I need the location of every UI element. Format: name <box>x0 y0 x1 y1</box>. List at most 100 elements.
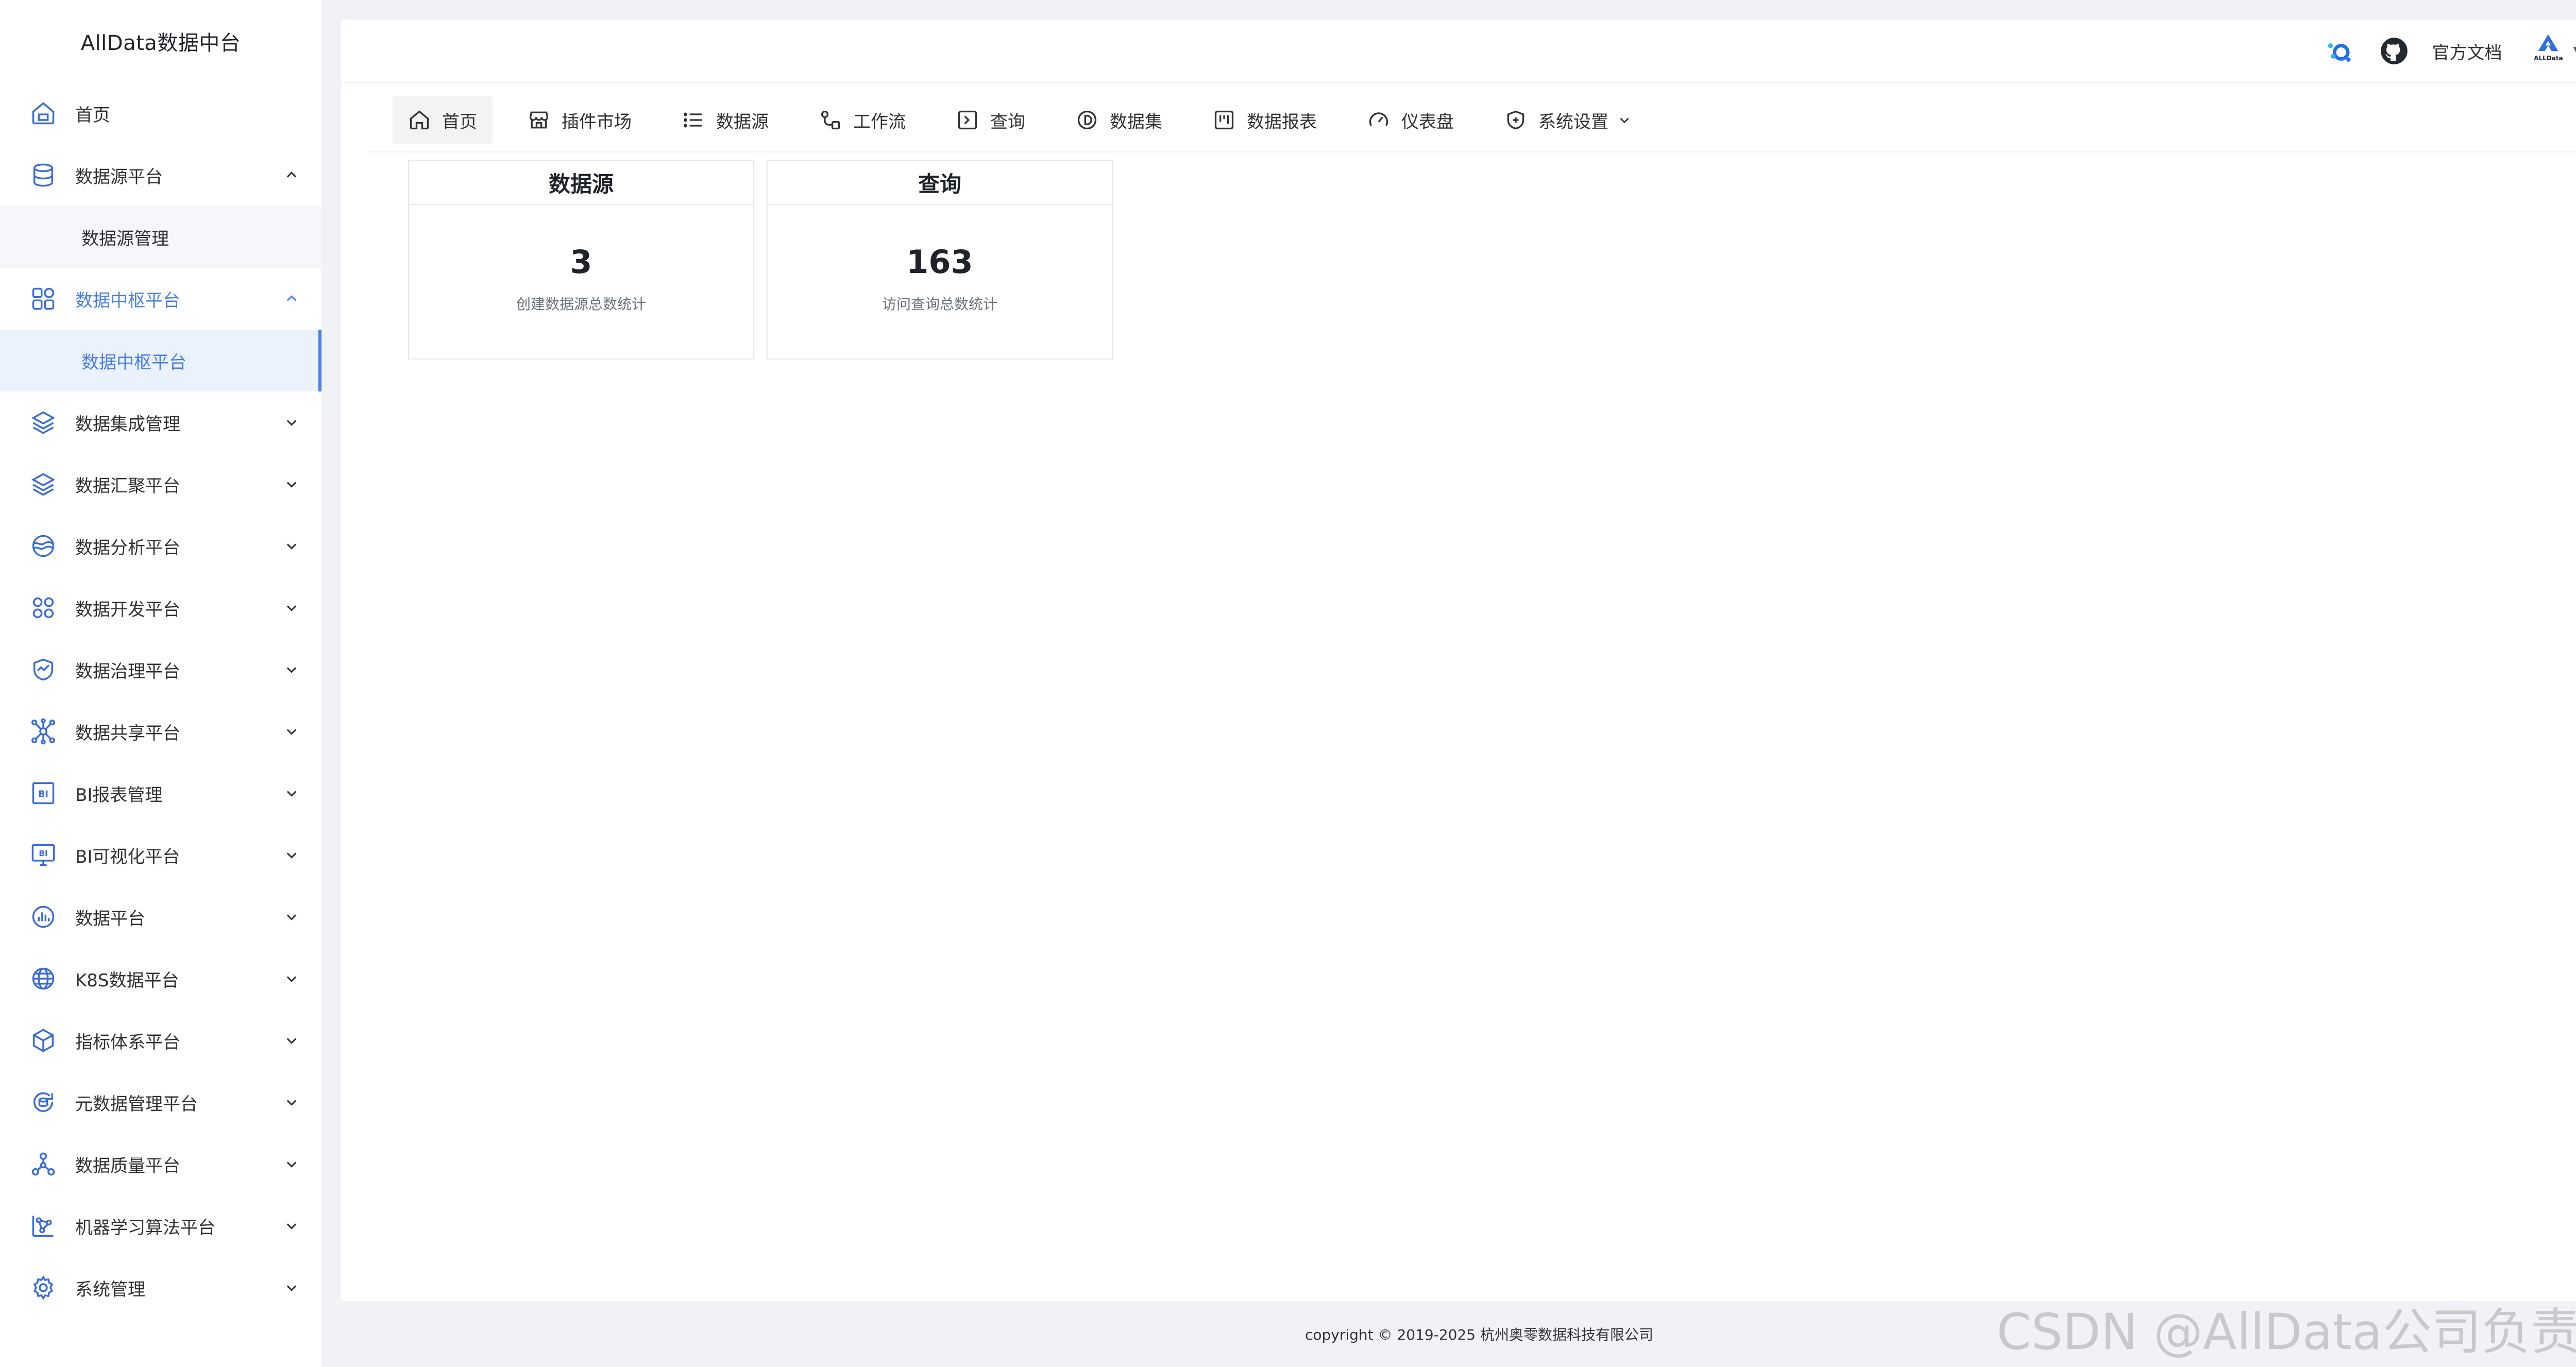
top-nav-tabs: 首页 插件市场 数据源 工作流 查询 数据集 数据报表 仪表盘 系统设置 <box>393 96 1666 144</box>
tab-datasource[interactable]: 数据源 <box>667 96 784 144</box>
sidebar-item-label: 数据汇聚平台 <box>75 475 180 497</box>
sidebar-item-label: 数据集成管理 <box>75 414 180 435</box>
chevron-down-icon <box>284 601 299 615</box>
gauge-icon <box>1367 109 1390 131</box>
nodes-icon <box>30 1151 57 1177</box>
sidebar-item-label: BI报表管理 <box>75 784 163 806</box>
bar-circle-icon <box>30 903 57 930</box>
chevron-down-icon <box>284 910 299 924</box>
chevron-down-icon <box>284 1280 299 1295</box>
dev-grid-icon <box>30 594 57 621</box>
sidebar-item-data-development[interactable]: 数据开发平台 <box>0 577 321 639</box>
bi-screen-icon: BI <box>30 842 57 868</box>
database-icon <box>30 162 57 189</box>
caret-down-icon: ▼ <box>2573 43 2576 60</box>
sidebar-item-machine-learning[interactable]: 机器学习算法平台 <box>0 1195 321 1257</box>
sidebar-item-home[interactable]: 首页 <box>0 82 321 144</box>
chevron-down-icon <box>284 1033 299 1048</box>
card-description: 创建数据源总数统计 <box>516 296 646 313</box>
svg-text:BI: BI <box>39 849 47 858</box>
sidebar-item-system-management[interactable]: 系统管理 <box>0 1257 321 1319</box>
sidebar-item-label: 数据共享平台 <box>75 723 180 744</box>
sidebar-item-data-platform[interactable]: 数据平台 <box>0 886 321 948</box>
tabs-divider <box>368 151 2576 152</box>
chevron-down-icon <box>1618 113 1631 127</box>
sidebar-item-bi-report[interactable]: BI BI报表管理 <box>0 762 321 824</box>
sidebar-item-data-hub-platform[interactable]: 数据中枢平台 <box>0 268 321 330</box>
sidebar-item-label: 数据治理平台 <box>75 661 180 682</box>
sidebar-subitem-datasource-management[interactable]: 数据源管理 <box>0 206 321 268</box>
tab-dashboard[interactable]: 仪表盘 <box>1352 96 1469 144</box>
chevron-down-icon <box>284 539 299 553</box>
report-board-icon <box>1213 109 1235 131</box>
sidebar-subitem-label: 数据中枢平台 <box>81 352 187 373</box>
sidebar-item-label: 数据质量平台 <box>75 1155 180 1176</box>
sidebar-item-label: K8S数据平台 <box>75 970 179 991</box>
sidebar-item-label: 数据中枢平台 <box>75 290 180 311</box>
sidebar-subitem-data-hub-platform[interactable]: 数据中枢平台 <box>0 330 321 391</box>
sidebar-item-label: 数据开发平台 <box>75 599 180 620</box>
terminal-icon <box>956 109 979 131</box>
user-avatar-menu[interactable]: ALLData ▼ <box>2529 33 2576 69</box>
sidebar-subitem-label: 数据源管理 <box>81 228 169 249</box>
sidebar-item-bi-visualization[interactable]: BI BI可视化平台 <box>0 824 321 886</box>
tab-label: 数据源 <box>716 111 769 132</box>
card-value: 3 <box>570 243 592 281</box>
home-icon <box>30 100 57 127</box>
sidebar-item-data-governance[interactable]: 数据治理平台 <box>0 639 321 700</box>
tab-data-report[interactable]: 数据报表 <box>1197 96 1332 144</box>
svg-text:BI: BI <box>38 790 48 800</box>
tab-query[interactable]: 查询 <box>941 96 1041 144</box>
card-title: 数据源 <box>409 161 753 205</box>
sidebar-item-data-analysis[interactable]: 数据分析平台 <box>0 515 321 577</box>
card-value: 163 <box>906 243 973 281</box>
layers-icon <box>30 471 57 498</box>
sidebar: AllData数据中台 首页 数据源平台 数据源管理 数据中枢平台 数据中枢平台… <box>0 0 321 1367</box>
logo-text: ALLData <box>2534 55 2563 62</box>
tab-label: 数据集 <box>1110 111 1162 132</box>
sidebar-item-label: 数据源平台 <box>75 166 163 187</box>
globe-icon <box>30 965 57 992</box>
shield-plus-icon <box>1504 109 1527 131</box>
sidebar-item-metrics-system[interactable]: 指标体系平台 <box>0 1010 321 1071</box>
card-title: 查询 <box>768 161 1112 205</box>
layers-icon <box>30 409 57 436</box>
tab-workflow[interactable]: 工作流 <box>804 96 921 144</box>
dataset-icon <box>1076 109 1098 131</box>
refresh-data-icon <box>30 1089 57 1116</box>
card-description: 访问查询总数统计 <box>882 296 997 313</box>
chevron-down-icon <box>284 848 299 862</box>
chevron-down-icon <box>284 724 299 739</box>
tab-home[interactable]: 首页 <box>393 96 493 144</box>
sidebar-item-data-integration[interactable]: 数据集成管理 <box>0 391 321 453</box>
sidebar-item-data-aggregation[interactable]: 数据汇聚平台 <box>0 453 321 515</box>
brand-title: AllData数据中台 <box>80 31 241 55</box>
sidebar-item-data-sharing[interactable]: 数据共享平台 <box>0 700 321 762</box>
data-link-icon[interactable] <box>2323 35 2354 67</box>
tab-plugin-market[interactable]: 插件市场 <box>512 96 647 144</box>
sidebar-item-data-quality[interactable]: 数据质量平台 <box>0 1133 321 1195</box>
chevron-down-icon <box>284 1095 299 1109</box>
share-network-icon <box>30 718 57 745</box>
sidebar-item-metadata-management[interactable]: 元数据管理平台 <box>0 1071 321 1133</box>
chevron-down-icon <box>284 415 299 430</box>
tab-label: 插件市场 <box>562 111 632 132</box>
sidebar-item-k8s-platform[interactable]: K8S数据平台 <box>0 948 321 1010</box>
shield-chart-icon <box>30 656 57 683</box>
tab-label: 仪表盘 <box>1401 111 1454 132</box>
chevron-down-icon <box>284 786 299 800</box>
chevron-down-icon <box>284 477 299 491</box>
main-panel: 官方文档 ALLData ▼ 首页 插件市场 数据源 工作流 查询 <box>341 20 2576 1301</box>
tab-system-settings[interactable]: 系统设置 <box>1489 96 1647 144</box>
top-bar: 官方文档 ALLData ▼ <box>341 20 2576 83</box>
ml-icon <box>30 1212 57 1239</box>
tab-dataset[interactable]: 数据集 <box>1060 96 1178 144</box>
official-docs-link[interactable]: 官方文档 <box>2432 39 2502 64</box>
stat-card-query: 查询 163 访问查询总数统计 <box>767 160 1113 360</box>
store-icon <box>528 109 550 131</box>
sidebar-item-label: 首页 <box>75 105 110 126</box>
github-icon[interactable] <box>2378 35 2410 67</box>
chevron-down-icon <box>284 662 299 677</box>
sidebar-item-datasource-platform[interactable]: 数据源平台 <box>0 144 321 206</box>
chevron-up-icon <box>284 168 299 182</box>
